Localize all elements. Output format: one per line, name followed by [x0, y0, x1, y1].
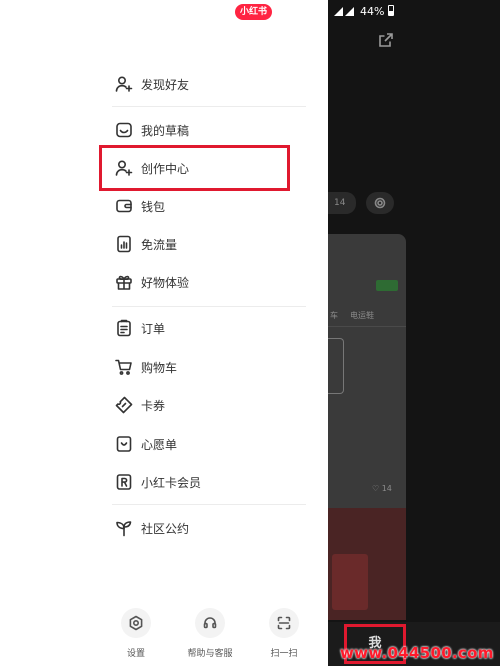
background-pill: 14: [328, 192, 356, 214]
menu-item-cart[interactable]: 购物车: [112, 349, 306, 385]
divider: [112, 504, 306, 505]
menu-item-label: 社区公约: [141, 521, 190, 536]
side-drawer: 小红书 发现好友 我的草稿 创作中心 钱包 免流量 好物体验 订单 购物车 卡券…: [0, 0, 328, 666]
background-app-overlay[interactable]: 44% 14 车 电运鞋 ♡ 14 我: [328, 0, 500, 666]
drawer-bottom-bar: 设置 帮助与客服 扫一扫: [0, 604, 328, 666]
menu-item-label: 发现好友: [141, 77, 190, 92]
menu-item-orders[interactable]: 订单: [112, 310, 306, 346]
settings-icon: [121, 608, 151, 638]
background-divider: [328, 326, 406, 327]
help-support-label: 帮助与客服: [187, 649, 233, 659]
watermark: www.044500.com: [340, 644, 494, 662]
menu-item-product-trial[interactable]: 好物体验: [112, 264, 306, 300]
menu-item-wallet[interactable]: 钱包: [112, 188, 306, 224]
settings-label: 设置: [126, 649, 145, 659]
menu-item-red-card-membership[interactable]: 小红卡会员: [112, 464, 306, 500]
sprout-icon: [113, 517, 135, 539]
signal-icon: [334, 6, 356, 19]
scan-icon: [269, 608, 299, 638]
menu-item-drafts[interactable]: 我的草稿: [112, 112, 306, 148]
settings-button[interactable]: 设置: [96, 608, 176, 659]
cart-icon: [113, 356, 135, 378]
background-text: 车: [330, 311, 338, 320]
scan-button[interactable]: 扫一扫: [244, 608, 324, 659]
wishlist-icon: [113, 433, 135, 455]
divider: [112, 106, 306, 107]
background-likes: ♡ 14: [372, 484, 392, 493]
menu-item-free-data[interactable]: 免流量: [112, 226, 306, 262]
menu-item-label: 心愿单: [141, 437, 178, 452]
menu-item-community-guidelines[interactable]: 社区公约: [112, 510, 306, 546]
background-text: 电运鞋: [350, 311, 374, 320]
coupon-icon: [113, 394, 135, 416]
divider: [112, 306, 306, 307]
background-image: [328, 338, 344, 394]
scan-label: 扫一扫: [270, 649, 298, 659]
free-data-icon: [113, 233, 135, 255]
menu-item-label: 小红卡会员: [141, 475, 202, 490]
menu-item-label: 订单: [141, 321, 166, 336]
background-settings-icon: [366, 192, 394, 214]
membership-card-icon: [113, 471, 135, 493]
wallet-icon: [113, 195, 135, 217]
menu-item-wishlist[interactable]: 心愿单: [112, 426, 306, 462]
help-support-button[interactable]: 帮助与客服: [170, 608, 250, 659]
add-friend-icon: [113, 73, 135, 95]
app-badge: 小红书: [235, 4, 273, 20]
background-tag: [376, 280, 398, 291]
gift-icon: [113, 271, 135, 293]
headset-icon: [195, 608, 225, 638]
creator-center-highlight-box: [99, 145, 290, 191]
drafts-icon: [113, 119, 135, 141]
menu-item-label: 购物车: [141, 360, 178, 375]
battery-percent: 44%: [360, 5, 385, 18]
menu-item-label: 钱包: [141, 199, 166, 214]
menu-item-label: 卡券: [141, 398, 166, 413]
status-bar: 44%: [328, 0, 500, 24]
order-icon: [113, 317, 135, 339]
battery-icon: [388, 5, 394, 16]
share-icon[interactable]: [378, 32, 394, 48]
background-image: [328, 508, 406, 620]
menu-item-coupons[interactable]: 卡券: [112, 387, 306, 423]
menu-item-find-friends[interactable]: 发现好友: [112, 66, 306, 102]
menu-item-label: 我的草稿: [141, 123, 190, 138]
menu-item-label: 免流量: [141, 237, 178, 252]
menu-item-label: 好物体验: [141, 275, 190, 290]
